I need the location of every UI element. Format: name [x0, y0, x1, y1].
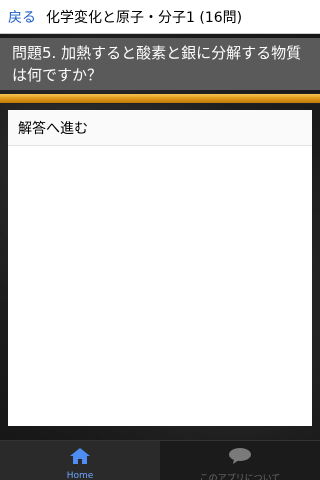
tab-about-app-label: このアプリについて — [199, 474, 281, 480]
show-answer-button[interactable]: 解答へ進む — [8, 110, 312, 146]
tab-home[interactable]: Home — [0, 441, 160, 480]
header-bar: 戻る 化学変化と原子・分子1 (16問) — [0, 0, 320, 34]
page-title: 化学変化と原子・分子1 (16問) — [46, 9, 243, 26]
progress-fill — [0, 94, 320, 103]
tab-about-app[interactable]: このアプリについて — [160, 441, 320, 480]
progress-bar — [0, 93, 320, 104]
tab-home-label: Home — [66, 471, 94, 480]
speech-bubble-icon — [228, 447, 252, 469]
back-button[interactable]: 戻る — [0, 7, 42, 27]
home-icon — [69, 447, 91, 469]
question-text: 問題5. 加熱すると酸素と銀に分解する物質は何ですか？ — [12, 44, 302, 84]
bottom-tab-bar: Home このアプリについて — [0, 440, 320, 480]
question-panel: 問題5. 加熱すると酸素と銀に分解する物質は何ですか？ — [0, 38, 320, 90]
answer-panel: 解答へ進む — [8, 110, 312, 426]
